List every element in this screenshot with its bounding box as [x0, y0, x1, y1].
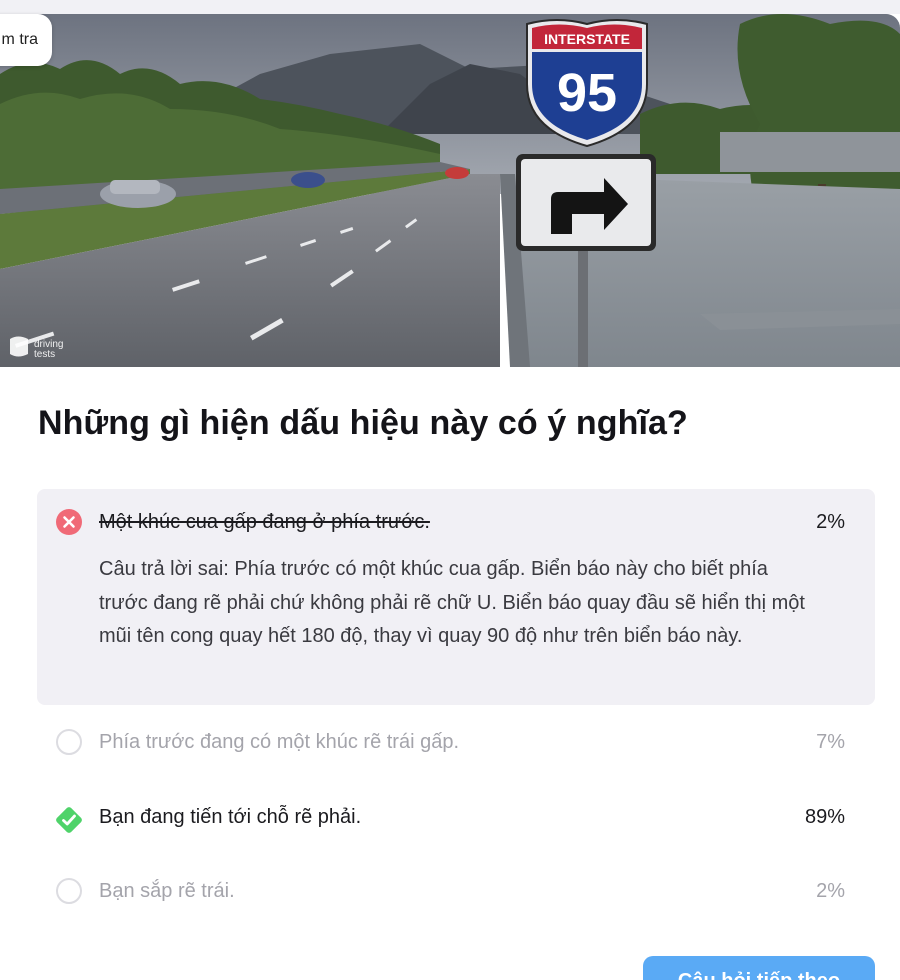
- answer-option-1[interactable]: Một khúc cua gấp đang ở phía trước. 2% C…: [37, 489, 875, 705]
- answer-list: Một khúc cua gấp đang ở phía trước. 2% C…: [37, 489, 875, 904]
- next-question-button-label: Câu hỏi tiếp theo: [678, 970, 840, 980]
- answer-label: Một khúc cua gấp đang ở phía trước.: [99, 511, 430, 533]
- answer-percent: 7%: [816, 731, 845, 753]
- answer-option-4[interactable]: Bạn sắp rẽ trái. 2%: [37, 861, 875, 936]
- question-image: INTERSTATE 95 driving tests: [0, 14, 900, 367]
- svg-text:tests: tests: [34, 349, 55, 360]
- kiem-tra-chip[interactable]: m tra: [0, 14, 52, 66]
- x-circle-icon: [56, 509, 82, 535]
- answer-label: Phía trước đang có một khúc rẽ trái gấp.: [99, 731, 460, 753]
- answer-explanation: Câu trả lời sai: Phía trước có một khúc …: [99, 558, 805, 647]
- svg-text:95: 95: [557, 63, 617, 123]
- answer-option-3[interactable]: Bạn đang tiến tới chỗ rẽ phải. 89%: [37, 787, 875, 861]
- question-title: Những gì hiện dấu hiệu này có ý nghĩa?: [38, 404, 688, 442]
- answer-label: Bạn sắp rẽ trái.: [99, 880, 235, 902]
- check-diamond-icon: [56, 807, 82, 833]
- answer-percent: 2%: [816, 880, 845, 902]
- svg-text:INTERSTATE: INTERSTATE: [544, 31, 630, 47]
- right-turn-arrow-sign-icon: [516, 154, 656, 251]
- answer-option-2[interactable]: Phía trước đang có một khúc rẽ trái gấp.…: [37, 712, 875, 787]
- answer-percent: 89%: [804, 806, 845, 828]
- next-question-button[interactable]: Câu hỏi tiếp theo: [643, 956, 875, 980]
- answer-label: Bạn đang tiến tới chỗ rẽ phải.: [99, 806, 362, 828]
- kiem-tra-chip-label: m tra: [1, 31, 38, 48]
- radio-circle-icon: [56, 878, 82, 904]
- top-strip: [0, 0, 900, 14]
- road-scene-illustration: INTERSTATE 95 driving tests: [0, 14, 900, 367]
- answer-percent: 2%: [816, 511, 845, 533]
- radio-circle-icon: [56, 729, 82, 755]
